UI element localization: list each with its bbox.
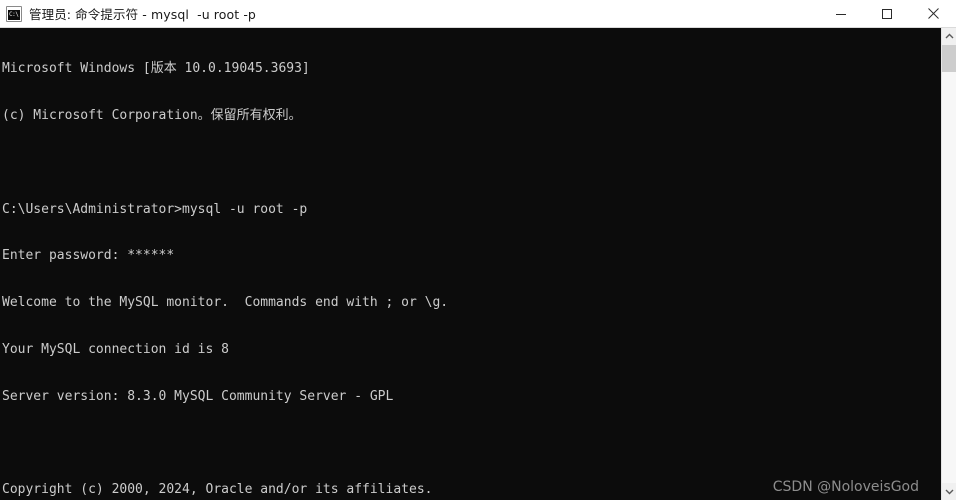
console-line: Microsoft Windows [版本 10.0.19045.3693]	[2, 61, 310, 77]
console-output-area[interactable]: Microsoft Windows [版本 10.0.19045.3693] (…	[0, 28, 941, 500]
vertical-scrollbar[interactable]	[941, 28, 956, 500]
close-button[interactable]	[910, 0, 956, 27]
scrollbar-track[interactable]	[942, 72, 956, 483]
console-line: (c) Microsoft Corporation。保留所有权利。	[2, 107, 302, 123]
window-titlebar[interactable]: C:\ 管理员: 命令提示符 - mysql -u root -p	[0, 0, 956, 28]
console-text: Microsoft Windows [版本 10.0.19045.3693] (…	[0, 28, 941, 500]
chevron-down-icon[interactable]	[942, 483, 956, 500]
scrollbar-thumb[interactable]	[942, 45, 956, 72]
console-line: Server version: 8.3.0 MySQL Community Se…	[2, 388, 394, 404]
console-line: Copyright (c) 2000, 2024, Oracle and/or …	[2, 482, 433, 498]
window-controls	[818, 0, 956, 27]
minimize-button[interactable]	[818, 0, 864, 27]
command-prompt-window: C:\ 管理员: 命令提示符 - mysql -u root -p Micros…	[0, 0, 956, 500]
console-line: Your MySQL connection id is 8	[2, 341, 229, 357]
console-line: C:\Users\Administrator>mysql -u root -p	[2, 201, 308, 217]
chevron-up-icon[interactable]	[942, 28, 956, 45]
console-line: Enter password: ******	[2, 248, 175, 264]
console-icon: C:\	[6, 5, 22, 22]
window-title: 管理员: 命令提示符 - mysql -u root -p	[29, 7, 256, 22]
console-line: Welcome to the MySQL monitor. Commands e…	[2, 295, 449, 311]
console-icon-glyph: C:\	[9, 10, 19, 18]
maximize-button[interactable]	[864, 0, 910, 27]
